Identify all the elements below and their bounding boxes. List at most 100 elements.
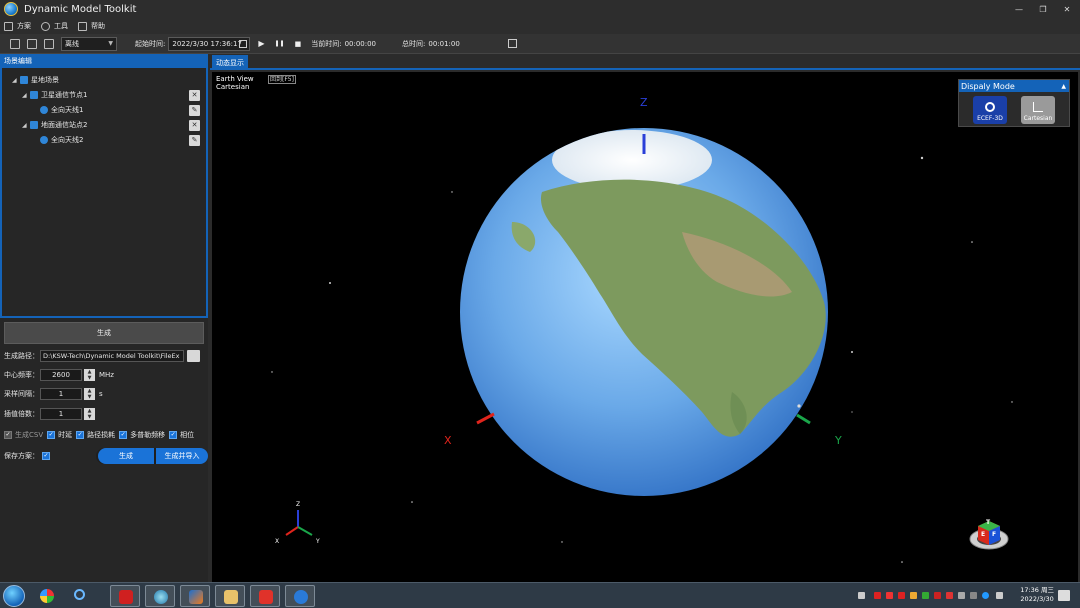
save-icon[interactable]: [44, 38, 54, 49]
checkbox-icon[interactable]: ✓: [119, 431, 128, 439]
path-label: 生成路径：: [4, 352, 39, 360]
view-info-line2: Cartesian: [216, 83, 250, 91]
volume-icon[interactable]: [996, 592, 1003, 599]
check-delay[interactable]: ✓ 时延: [47, 430, 72, 440]
toolbar: 离线 ▼ 起始时间: 2022/3/30 17:36:17 ▶ ❚❚ ■ 当前时…: [0, 34, 1080, 54]
browser-app[interactable]: [145, 585, 175, 607]
start-button[interactable]: [3, 585, 25, 607]
mini-axes: [285, 510, 313, 536]
remove-icon[interactable]: ✕: [189, 119, 200, 131]
view-info-line1: Earth View: [216, 75, 254, 83]
expand-toggle-icon[interactable]: ◢: [12, 77, 20, 84]
check-path-loss[interactable]: ✓ 路径损耗: [76, 430, 115, 440]
nav-cube[interactable]: [970, 518, 1010, 550]
stop-button[interactable]: ■: [295, 40, 302, 48]
calendar-icon[interactable]: [239, 39, 248, 48]
clock-date: 2022/3/30: [1020, 595, 1054, 603]
ecef-3d-button[interactable]: ECEF-3D: [973, 96, 1007, 124]
spinner-icon[interactable]: ▲ ▼: [84, 408, 95, 420]
tray-laptop-icon[interactable]: [858, 592, 865, 599]
tray-shield-icon[interactable]: [922, 592, 929, 599]
spinner-icon[interactable]: ▲ ▼: [84, 369, 95, 381]
tray-clock[interactable]: 17:36 周三 2022/3/30: [1020, 586, 1054, 604]
minimize-button[interactable]: —: [1012, 5, 1026, 14]
tray-blue-icon[interactable]: [982, 592, 989, 599]
app-logo-icon: [4, 2, 18, 16]
reset-view-tag[interactable]: 回到[F5]: [268, 75, 296, 84]
mini-y-label: Y: [316, 538, 320, 545]
layout-grid-icon[interactable]: [507, 39, 517, 48]
tray-red2-icon[interactable]: [934, 592, 941, 599]
menu-help[interactable]: 帮助: [78, 21, 105, 31]
check-phase[interactable]: ✓ 相位: [169, 430, 194, 440]
red-app[interactable]: [110, 585, 140, 607]
remove-icon[interactable]: ✕: [189, 89, 200, 101]
check-doppler[interactable]: ✓ 多普勒频移: [119, 430, 165, 440]
path-field[interactable]: D:\KSW-Tech\Dynamic Model Toolkit\FileEx: [40, 350, 184, 362]
menu-tools[interactable]: 工具: [41, 21, 68, 31]
taskbar: 17:36 周三 2022/3/30: [0, 582, 1080, 608]
tray-red3-icon[interactable]: [946, 592, 953, 599]
sample-interval-field[interactable]: 1: [40, 388, 82, 400]
tree-item-ground-station[interactable]: ◢ 地面通信站点2 ✕: [22, 119, 202, 131]
s-app[interactable]: [285, 585, 315, 607]
total-time-label: 总时间:: [402, 39, 426, 48]
edit-icon[interactable]: ✎: [189, 104, 200, 116]
tree-item-scene[interactable]: ◢ 星地场景: [12, 74, 59, 86]
generate-button[interactable]: 生成: [4, 322, 204, 344]
checkbox-icon[interactable]: ✓: [76, 431, 85, 439]
start-time-field[interactable]: 2022/3/30 17:36:17: [168, 36, 251, 51]
scene-tree: ◢ 星地场景 ◢ 卫星通信节点1 ✕ 全向天线1 ✎ ◢ 地面通信站点2 ✕ 全…: [0, 68, 208, 318]
scene-editor-panel: 场景编辑 ◢ 星地场景 ◢ 卫星通信节点1 ✕ 全向天线1 ✎ ◢ 地面通信站点…: [0, 54, 208, 582]
open-folder-icon[interactable]: [27, 38, 37, 49]
generate-pill-button[interactable]: 生成: [98, 448, 154, 464]
explorer-icon: [40, 589, 54, 603]
menu-plan[interactable]: 方案: [4, 21, 31, 31]
explorer-app[interactable]: [32, 585, 62, 607]
notification-icon[interactable]: [1058, 590, 1070, 601]
search-app[interactable]: [66, 585, 96, 607]
tree-item-antenna-2[interactable]: 全向天线2 ✎: [40, 134, 202, 146]
center-freq-field[interactable]: 2600: [40, 369, 82, 381]
wps-app[interactable]: [250, 585, 280, 607]
globe-icon: [985, 102, 995, 112]
mode-select[interactable]: 离线 ▼: [61, 36, 117, 51]
panel-header: 场景编辑: [0, 54, 208, 68]
tray-grey-icon[interactable]: [958, 592, 965, 599]
tree-item-satellite[interactable]: ◢ 卫星通信节点1 ✕: [22, 89, 202, 101]
cartesian-button[interactable]: Cartesian: [1021, 96, 1055, 124]
clock-time: 17:36 周三: [1020, 586, 1054, 594]
pause-button[interactable]: ❚❚: [275, 40, 285, 47]
tray-red-icon[interactable]: [886, 592, 893, 599]
check-csv[interactable]: ✓ 生成CSV: [4, 430, 43, 440]
play-button[interactable]: ▶: [258, 39, 264, 48]
interp-field[interactable]: 1: [40, 408, 82, 420]
earth-viewport[interactable]: Earth View Cartesian 回到[F5] Z X Y Z X Y …: [212, 72, 1078, 582]
matlab-app[interactable]: [180, 585, 210, 607]
checkbox-icon[interactable]: ✓: [4, 431, 12, 439]
files-app[interactable]: [215, 585, 245, 607]
generate-import-button[interactable]: 生成并导入: [156, 448, 208, 464]
edit-icon[interactable]: ✎: [189, 134, 200, 146]
tray-app-icon[interactable]: [898, 592, 905, 599]
restore-button[interactable]: ❐: [1036, 5, 1050, 14]
save-plan-checkbox[interactable]: ✓: [42, 452, 50, 460]
checkbox-icon[interactable]: ✓: [47, 431, 56, 439]
expand-toggle-icon[interactable]: ◢: [22, 122, 30, 129]
tray-w-icon[interactable]: [874, 592, 881, 599]
tray-grey2-icon[interactable]: [970, 592, 977, 599]
center-freq-row: 中心频率： 2600 ▲ ▼ MHz: [4, 369, 114, 381]
tree-item-antenna-1[interactable]: 全向天线1 ✎: [40, 104, 202, 116]
checkbox-icon[interactable]: ✓: [169, 431, 178, 439]
tab-dynamic-display[interactable]: 动态显示: [212, 55, 248, 70]
current-time-value: 00:00:00: [344, 39, 377, 48]
spinner-icon[interactable]: ▲ ▼: [84, 388, 95, 400]
copy-icon[interactable]: [10, 38, 20, 49]
chevron-up-icon[interactable]: ▲: [1061, 83, 1066, 90]
expand-toggle-icon[interactable]: ◢: [22, 92, 30, 99]
tray-yellow-icon[interactable]: [910, 592, 917, 599]
browse-icon[interactable]: [187, 350, 200, 362]
start-time-label: 起始时间:: [135, 39, 166, 48]
close-button[interactable]: ✕: [1060, 5, 1074, 14]
antenna-icon: [40, 106, 48, 114]
